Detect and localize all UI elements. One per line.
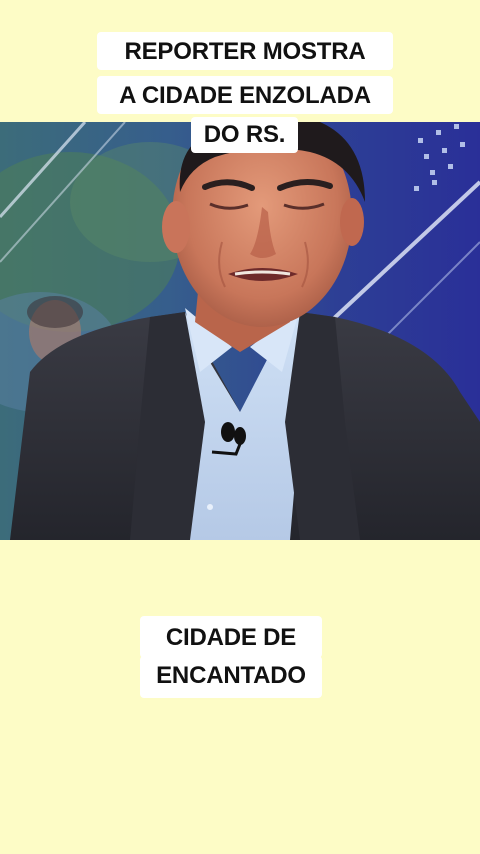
top-caption-line-1: REPORTER MOSTRA [97, 32, 393, 70]
top-caption-line-2: A CIDADE ENZOLADA [97, 76, 393, 114]
top-caption-line-3: DO RS. [191, 117, 298, 153]
anchor-video-still [0, 122, 480, 540]
video-frame[interactable] [0, 122, 480, 540]
page-background: REPORTER MOSTRA A CIDADE ENZOLADA DO RS.… [0, 0, 480, 854]
bottom-caption-line-2: ENCANTADO [140, 656, 322, 698]
bottom-caption-line-1: CIDADE DE [140, 616, 322, 658]
